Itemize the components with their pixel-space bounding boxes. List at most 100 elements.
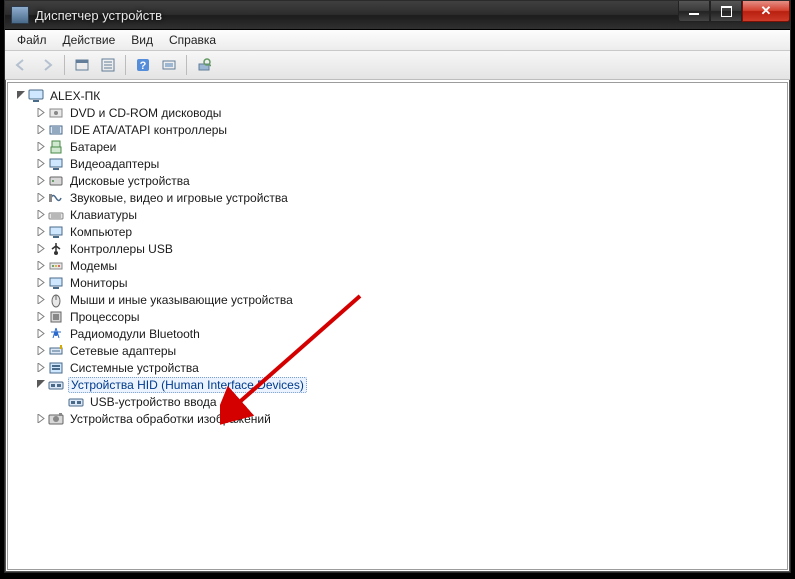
tree-item-imaging-label: Устройства обработки изображений xyxy=(68,412,273,426)
tree-item[interactable]: Сетевые адаптеры xyxy=(12,342,787,359)
expander-icon[interactable] xyxy=(34,225,48,239)
expander-icon[interactable] xyxy=(34,157,48,171)
device-category-icon xyxy=(48,360,64,376)
window-title: Диспетчер устройств xyxy=(35,8,162,23)
device-category-icon xyxy=(48,224,64,240)
tree-root[interactable]: ALEX-ПК xyxy=(12,87,787,104)
expander-icon[interactable] xyxy=(34,259,48,273)
device-tree-panel: ALEX-ПК DVD и CD-ROM дисководы IDE ATA/AT… xyxy=(7,82,788,570)
tree-item[interactable]: Мыши и иные указывающие устройства xyxy=(12,291,787,308)
expander-icon[interactable] xyxy=(34,208,48,222)
tree-item-label: Процессоры xyxy=(68,310,142,324)
expander-icon[interactable] xyxy=(34,276,48,290)
device-manager-window: Диспетчер устройств ✕ Файл Действие Вид … xyxy=(4,0,791,573)
tree-item[interactable]: Модемы xyxy=(12,257,787,274)
expander-icon[interactable] xyxy=(34,174,48,188)
tree-item[interactable]: Контроллеры USB xyxy=(12,240,787,257)
device-category-icon xyxy=(48,156,64,172)
tree-item-label: Дисковые устройства xyxy=(68,174,192,188)
tree-item-label: Радиомодули Bluetooth xyxy=(68,327,202,341)
tree-item[interactable]: Клавиатуры xyxy=(12,206,787,223)
tree-item-label: Компьютер xyxy=(68,225,134,239)
expander-icon[interactable] xyxy=(34,310,48,324)
device-category-icon xyxy=(48,207,64,223)
device-category-icon xyxy=(48,275,64,291)
device-category-icon xyxy=(48,309,64,325)
tree-item-label: Мыши и иные указывающие устройства xyxy=(68,293,295,307)
tree-item[interactable]: Компьютер xyxy=(12,223,787,240)
device-category-icon xyxy=(48,173,64,189)
maximize-button[interactable] xyxy=(710,1,742,22)
tree-item-hid-child-label: USB-устройство ввода xyxy=(88,395,219,409)
tree-item-label: Звуковые, видео и игровые устройства xyxy=(68,191,290,205)
menu-view[interactable]: Вид xyxy=(123,31,161,49)
device-category-icon xyxy=(48,122,64,138)
tree-item[interactable]: IDE ATA/ATAPI контроллеры xyxy=(12,121,787,138)
tree-root-label: ALEX-ПК xyxy=(48,89,102,103)
tree-item-label: Модемы xyxy=(68,259,119,273)
device-category-icon xyxy=(48,190,64,206)
app-icon xyxy=(11,6,29,24)
device-category-icon xyxy=(48,139,64,155)
usb-hid-icon xyxy=(68,394,84,410)
expander-icon[interactable] xyxy=(34,344,48,358)
tree-item[interactable]: Дисковые устройства xyxy=(12,172,787,189)
show-hidden-button[interactable] xyxy=(70,53,94,77)
tree-item-label: Системные устройства xyxy=(68,361,201,375)
expander-icon[interactable] xyxy=(34,123,48,137)
nav-forward-button[interactable] xyxy=(35,53,59,77)
expander-icon[interactable] xyxy=(34,106,48,120)
tree-item[interactable]: Видеоадаптеры xyxy=(12,155,787,172)
tree-item-label: Мониторы xyxy=(68,276,129,290)
window-controls: ✕ xyxy=(678,1,790,21)
expander-icon[interactable] xyxy=(34,140,48,154)
menu-action[interactable]: Действие xyxy=(55,31,124,49)
tree-item-hid-child[interactable]: USB-устройство ввода xyxy=(12,393,787,410)
scan-hardware-button[interactable] xyxy=(157,53,181,77)
hid-icon xyxy=(48,377,64,393)
tree-item[interactable]: Батареи xyxy=(12,138,787,155)
expander-icon[interactable] xyxy=(34,378,48,392)
menubar: Файл Действие Вид Справка xyxy=(5,30,790,51)
toolbar: ? xyxy=(5,51,790,80)
tree-item-hid-label: Устройства HID (Human Interface Devices) xyxy=(68,377,307,393)
device-category-icon xyxy=(48,326,64,342)
tree-item-hid[interactable]: Устройства HID (Human Interface Devices) xyxy=(12,376,787,393)
tree-item-label: Клавиатуры xyxy=(68,208,139,222)
tree-item-label: DVD и CD-ROM дисководы xyxy=(68,106,223,120)
expander-icon[interactable] xyxy=(34,361,48,375)
expander-icon[interactable] xyxy=(34,412,48,426)
tree-item-label: Батареи xyxy=(68,140,118,154)
device-category-icon xyxy=(48,343,64,359)
minimize-button[interactable] xyxy=(678,1,710,22)
tree-item[interactable]: Системные устройства xyxy=(12,359,787,376)
tree-item[interactable]: Мониторы xyxy=(12,274,787,291)
device-category-icon xyxy=(48,292,64,308)
update-driver-button[interactable] xyxy=(192,53,216,77)
expander-icon[interactable] xyxy=(34,191,48,205)
tree-item-label: Контроллеры USB xyxy=(68,242,175,256)
expander-icon[interactable] xyxy=(34,293,48,307)
menu-file[interactable]: Файл xyxy=(9,31,55,49)
tree-item-label: IDE ATA/ATAPI контроллеры xyxy=(68,123,229,137)
nav-back-button[interactable] xyxy=(9,53,33,77)
device-tree[interactable]: ALEX-ПК DVD и CD-ROM дисководы IDE ATA/AT… xyxy=(8,83,787,431)
tree-item-imaging[interactable]: Устройства обработки изображений xyxy=(12,410,787,427)
tree-item-label: Видеоадаптеры xyxy=(68,157,161,171)
titlebar: Диспетчер устройств ✕ xyxy=(5,1,790,30)
svg-text:?: ? xyxy=(140,60,147,72)
properties-button[interactable] xyxy=(96,53,120,77)
expander-icon[interactable] xyxy=(34,327,48,341)
close-button[interactable]: ✕ xyxy=(742,1,790,22)
tree-item[interactable]: Процессоры xyxy=(12,308,787,325)
expander-icon[interactable] xyxy=(34,242,48,256)
menu-help[interactable]: Справка xyxy=(161,31,224,49)
tree-item-label: Сетевые адаптеры xyxy=(68,344,178,358)
device-category-icon xyxy=(48,241,64,257)
expander-icon[interactable] xyxy=(14,89,28,103)
tree-item[interactable]: Радиомодули Bluetooth xyxy=(12,325,787,342)
tree-item[interactable]: DVD и CD-ROM дисководы xyxy=(12,104,787,121)
imaging-icon xyxy=(48,411,64,427)
tree-item[interactable]: Звуковые, видео и игровые устройства xyxy=(12,189,787,206)
help-button[interactable]: ? xyxy=(131,53,155,77)
